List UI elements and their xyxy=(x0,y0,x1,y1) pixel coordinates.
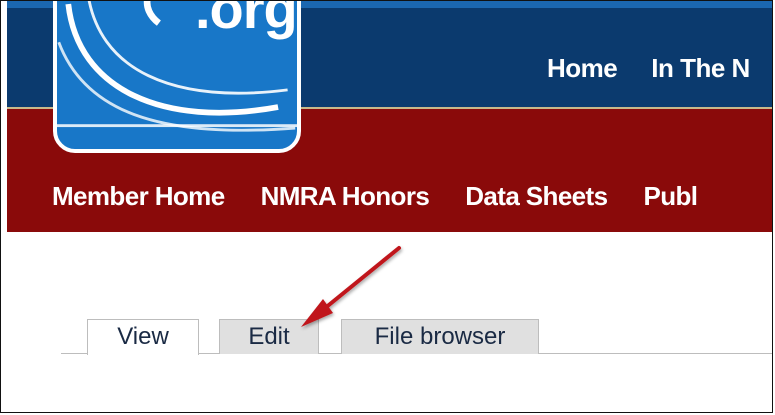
main-nav: Home In The N xyxy=(547,50,772,86)
tab-edit[interactable]: Edit xyxy=(219,319,319,354)
tab-bar: View Edit File browser xyxy=(61,319,772,355)
sub-nav-item-publications[interactable]: Publ xyxy=(643,179,698,213)
tab-view[interactable]: View xyxy=(87,319,199,355)
organization-logo[interactable]: .org xyxy=(53,0,301,153)
sub-nav-item-data-sheets[interactable]: Data Sheets xyxy=(465,179,608,213)
logo-text: .org xyxy=(195,0,297,40)
sub-nav-item-nmra-honors[interactable]: NMRA Honors xyxy=(261,179,430,213)
main-nav-item-home[interactable]: Home xyxy=(547,50,618,86)
sub-nav-item-member-home[interactable]: Member Home xyxy=(52,179,225,213)
tab-file-browser[interactable]: File browser xyxy=(341,319,539,354)
screenshot-frame: Home In The N Member Home NMRA Honors Data … xyxy=(0,0,773,413)
main-nav-item-in-the-news[interactable]: In The N xyxy=(651,50,750,86)
sub-nav: Member Home NMRA Honors Data Sheets Publ xyxy=(52,179,733,213)
